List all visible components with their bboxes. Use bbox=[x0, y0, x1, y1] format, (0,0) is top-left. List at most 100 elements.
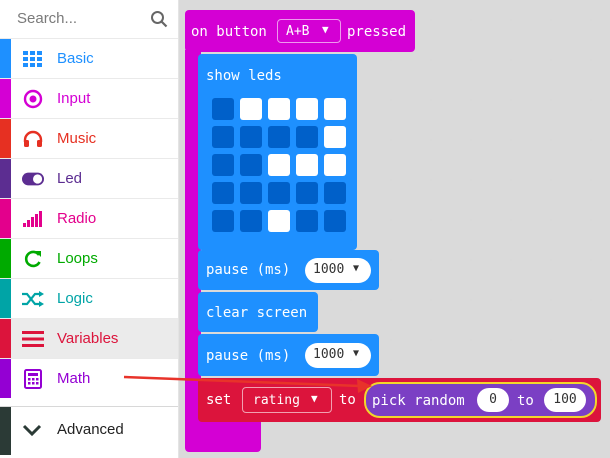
led-cell[interactable] bbox=[212, 126, 234, 148]
led-cell[interactable] bbox=[240, 98, 262, 120]
pause-label: pause (ms) bbox=[206, 348, 291, 364]
random-min-input[interactable]: 0 bbox=[477, 388, 509, 412]
led-cell[interactable] bbox=[212, 182, 234, 204]
clear-screen-block[interactable]: clear screen bbox=[198, 292, 318, 332]
led-cell[interactable] bbox=[240, 154, 262, 176]
category-label: Advanced bbox=[57, 421, 124, 438]
category-basic[interactable]: Basic bbox=[0, 38, 178, 78]
led-cell[interactable] bbox=[324, 154, 346, 176]
led-cell[interactable] bbox=[240, 182, 262, 204]
category-color-bar bbox=[0, 239, 11, 278]
led-cell[interactable] bbox=[212, 154, 234, 176]
category-variables[interactable]: Variables bbox=[0, 318, 178, 358]
category-logic[interactable]: Logic bbox=[0, 278, 178, 318]
led-cell[interactable] bbox=[268, 126, 290, 148]
led-cell[interactable] bbox=[324, 126, 346, 148]
category-color-bar bbox=[0, 159, 11, 198]
event-prefix-label: on button bbox=[191, 24, 267, 40]
pick-random-label: pick random bbox=[372, 393, 465, 409]
event-suffix-label: pressed bbox=[347, 24, 407, 40]
category-radio[interactable]: Radio bbox=[0, 198, 178, 238]
category-led[interactable]: Led bbox=[0, 158, 178, 198]
led-cell[interactable] bbox=[324, 182, 346, 204]
led-cell[interactable] bbox=[324, 210, 346, 232]
led-cell[interactable] bbox=[240, 126, 262, 148]
clear-screen-label: clear screen bbox=[206, 305, 308, 321]
category-input[interactable]: Input bbox=[0, 78, 178, 118]
list-icon bbox=[22, 329, 44, 349]
pick-random-block[interactable]: pick random 0 to 100 bbox=[364, 382, 597, 418]
category-label: Radio bbox=[57, 210, 97, 227]
category-label: Loops bbox=[57, 250, 98, 267]
led-cell[interactable] bbox=[268, 182, 290, 204]
show-leds-label: show leds bbox=[206, 68, 282, 84]
category-label: Led bbox=[57, 170, 83, 187]
caret-down-icon: ▼ bbox=[322, 23, 329, 36]
category-color-bar bbox=[0, 199, 11, 238]
grid-icon bbox=[22, 49, 44, 69]
pause-duration-dropdown[interactable]: 1000 ▼ bbox=[305, 343, 371, 368]
toggle-icon bbox=[22, 169, 44, 189]
led-cell[interactable] bbox=[296, 154, 318, 176]
category-label: Math bbox=[57, 370, 91, 387]
category-label: Input bbox=[57, 90, 91, 107]
led-cell[interactable] bbox=[212, 210, 234, 232]
pause-duration-value: 1000 bbox=[313, 262, 345, 277]
signal-bars-icon bbox=[22, 209, 44, 229]
event-block-footer bbox=[185, 420, 261, 452]
pause-block[interactable]: pause (ms) 1000 ▼ bbox=[198, 250, 379, 290]
category-color-bar bbox=[0, 279, 11, 318]
category-color-bar bbox=[0, 407, 11, 455]
led-cell[interactable] bbox=[268, 98, 290, 120]
search-icon[interactable] bbox=[150, 10, 168, 28]
toolbox: Search... Basic Input Music Led Radio Lo… bbox=[0, 0, 179, 458]
category-music[interactable]: Music bbox=[0, 118, 178, 158]
target-icon bbox=[22, 89, 44, 109]
category-label: Variables bbox=[57, 330, 119, 347]
pause-duration-value: 1000 bbox=[313, 347, 345, 362]
category-label: Basic bbox=[57, 50, 94, 67]
category-label: Logic bbox=[57, 290, 93, 307]
headphones-icon bbox=[22, 129, 44, 149]
workspace[interactable]: on button A+B ▼ pressed show leds pause … bbox=[179, 0, 610, 458]
chevron-down-icon bbox=[22, 424, 42, 437]
led-cell[interactable] bbox=[268, 210, 290, 232]
led-cell[interactable] bbox=[296, 182, 318, 204]
led-cell[interactable] bbox=[296, 210, 318, 232]
calculator-icon bbox=[22, 369, 44, 389]
category-color-bar bbox=[0, 39, 11, 78]
led-cell[interactable] bbox=[296, 98, 318, 120]
random-max-input[interactable]: 100 bbox=[544, 388, 586, 412]
set-label: set bbox=[206, 392, 232, 408]
led-cell[interactable] bbox=[240, 210, 262, 232]
random-max-value: 100 bbox=[553, 392, 577, 407]
led-grid bbox=[212, 98, 352, 238]
pause-duration-dropdown[interactable]: 1000 ▼ bbox=[305, 258, 371, 283]
to-label: to bbox=[517, 393, 534, 409]
caret-down-icon: ▼ bbox=[353, 348, 360, 359]
led-cell[interactable] bbox=[212, 98, 234, 120]
pause-label: pause (ms) bbox=[206, 262, 291, 278]
category-loops[interactable]: Loops bbox=[0, 238, 178, 278]
category-math[interactable]: Math bbox=[0, 358, 178, 398]
caret-down-icon: ▼ bbox=[311, 392, 318, 405]
category-color-bar bbox=[0, 319, 11, 358]
shuffle-icon bbox=[22, 289, 44, 309]
search-input[interactable]: Search... bbox=[17, 10, 77, 27]
led-cell[interactable] bbox=[268, 154, 290, 176]
pause-block[interactable]: pause (ms) 1000 ▼ bbox=[198, 334, 379, 376]
show-leds-block[interactable]: show leds bbox=[198, 54, 357, 250]
category-color-bar bbox=[0, 359, 11, 398]
refresh-icon bbox=[22, 249, 44, 269]
button-dropdown[interactable]: A+B ▼ bbox=[277, 19, 341, 43]
led-cell[interactable] bbox=[296, 126, 318, 148]
led-cell[interactable] bbox=[324, 98, 346, 120]
search-box[interactable]: Search... bbox=[0, 0, 178, 38]
caret-down-icon: ▼ bbox=[353, 263, 360, 274]
variable-dropdown[interactable]: rating ▼ bbox=[242, 387, 332, 413]
set-variable-block[interactable]: set rating ▼ to pick random 0 to 100 bbox=[198, 378, 601, 422]
button-dropdown-value: A+B bbox=[286, 24, 310, 39]
variable-dropdown-value: rating bbox=[253, 393, 300, 408]
category-color-bar bbox=[0, 119, 11, 158]
category-advanced[interactable]: Advanced bbox=[0, 406, 178, 455]
